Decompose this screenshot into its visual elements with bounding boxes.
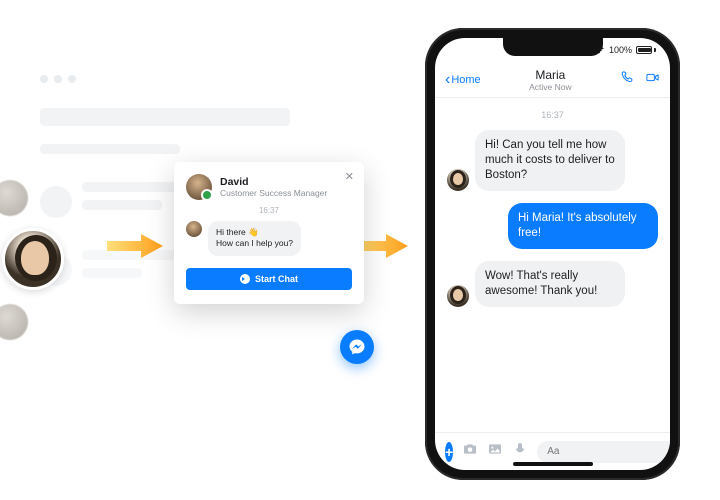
agent-avatar: [186, 221, 202, 237]
phone-mockup: ▮▮▮ 100% ‹ Home Maria Active Now: [425, 28, 680, 480]
close-button[interactable]: ✕: [345, 170, 354, 183]
start-chat-label: Start Chat: [255, 274, 298, 284]
battery-percent: 100%: [609, 45, 632, 55]
conversation-status: Active Now: [529, 82, 572, 92]
chat-timestamp: 16:37: [447, 110, 658, 120]
chat-body[interactable]: 16:37 Hi! Can you tell me how much it co…: [435, 98, 670, 432]
video-icon: [645, 70, 660, 85]
nav-bar: ‹ Home Maria Active Now: [435, 62, 670, 98]
agent-avatar: [186, 174, 212, 200]
gallery-icon: [487, 441, 503, 457]
video-call-button[interactable]: [645, 70, 660, 90]
agent-role: Customer Success Manager: [220, 188, 327, 198]
back-button[interactable]: ‹ Home: [445, 74, 481, 86]
message-bubble: Hi! Can you tell me how much it costs to…: [475, 130, 625, 191]
messenger-icon: [240, 274, 250, 284]
message-row: Hi! Can you tell me how much it costs to…: [447, 130, 658, 191]
mic-button[interactable]: [512, 441, 528, 462]
camera-button[interactable]: [462, 441, 478, 462]
message-row: Wow! That's really awesome! Thank you!: [447, 261, 658, 307]
avatar: [0, 180, 28, 216]
contact-avatar: [447, 169, 469, 191]
contact-avatar: [447, 285, 469, 307]
widget-timestamp: 16:37: [186, 206, 352, 215]
camera-icon: [462, 441, 478, 457]
call-button[interactable]: [620, 70, 635, 90]
message-bubble: Wow! That's really awesome! Thank you!: [475, 261, 625, 307]
gallery-button[interactable]: [487, 441, 503, 462]
message-row: Hi Maria! It's absolutely free!: [447, 203, 658, 249]
home-indicator: [513, 462, 593, 466]
agent-message: Hi there 👋 How can I help you?: [208, 221, 301, 256]
agent-name: David: [220, 176, 327, 188]
message-bubble: Hi Maria! It's absolutely free!: [508, 203, 658, 249]
phone-notch: [503, 38, 603, 56]
battery-icon: [636, 46, 656, 54]
messenger-fab[interactable]: [340, 330, 374, 364]
conversation-title: Maria: [529, 68, 572, 82]
add-button[interactable]: +: [445, 442, 453, 462]
flow-arrow-icon: [105, 232, 165, 260]
start-chat-button[interactable]: Start Chat: [186, 268, 352, 290]
back-label: Home: [451, 74, 480, 86]
window-controls: [40, 75, 370, 83]
messenger-icon: [348, 338, 366, 356]
avatar: [0, 304, 28, 340]
chat-widget: ✕ David Customer Success Manager 16:37 H…: [174, 162, 364, 304]
mic-icon: [512, 441, 528, 457]
people-column: [0, 180, 64, 358]
message-input[interactable]: [537, 441, 670, 463]
avatar-featured: [2, 228, 64, 290]
phone-icon: [620, 70, 635, 85]
